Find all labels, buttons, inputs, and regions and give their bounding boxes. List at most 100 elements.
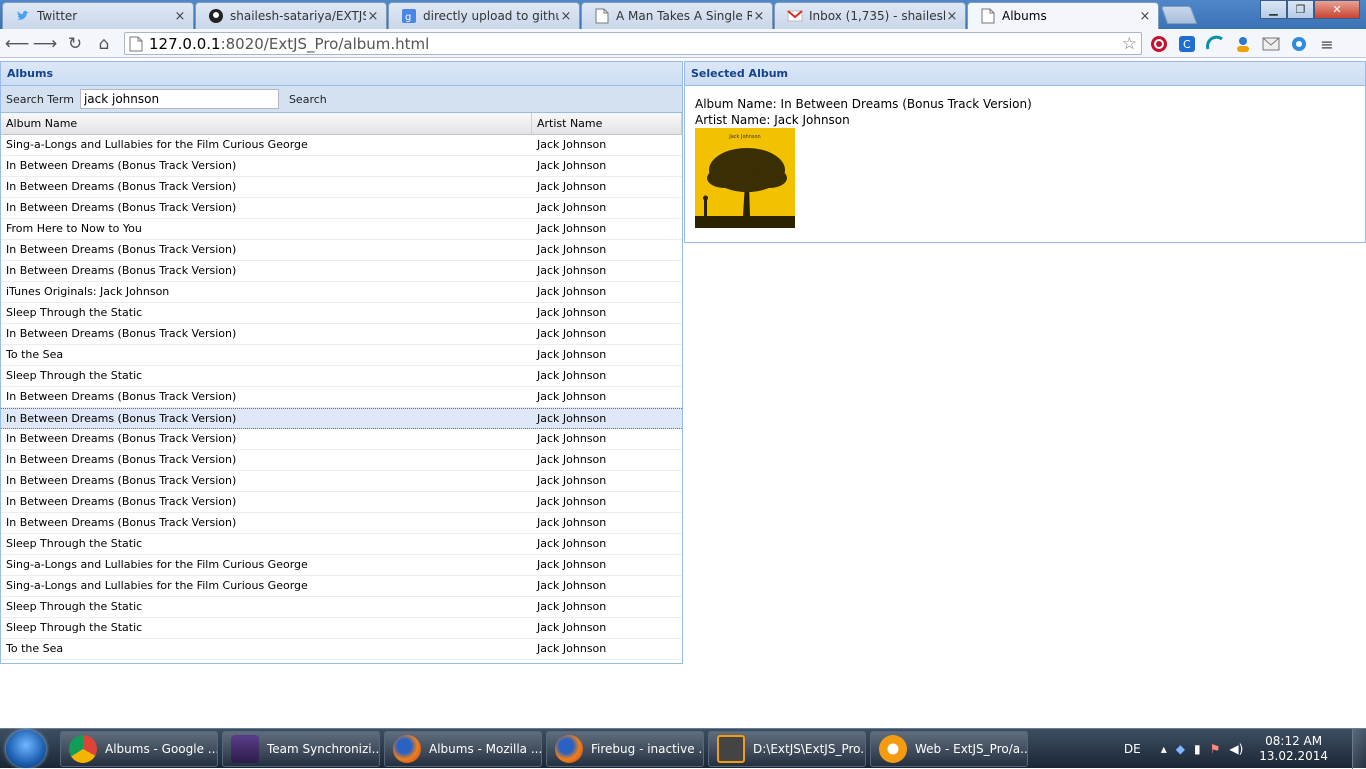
new-tab-button[interactable]	[1160, 6, 1198, 24]
network-icon[interactable]: ⚑	[1210, 742, 1221, 756]
svg-text:C: C	[1183, 38, 1191, 51]
menu-icon[interactable]: ≡	[1316, 33, 1338, 55]
album-cover-image: Jack Johnson	[695, 128, 795, 228]
table-row[interactable]: In Between Dreams (Bonus Track Version) J…	[1, 492, 682, 513]
album-name-cell: In Between Dreams (Bonus Track Version)	[6, 432, 237, 445]
page-icon	[129, 36, 143, 51]
table-row[interactable]: In Between Dreams (Bonus Track Version) J…	[1, 450, 682, 471]
table-row[interactable]: From Here to Now to You Jack Johnson	[1, 219, 682, 240]
tray-expand-icon[interactable]: ▴	[1161, 742, 1167, 756]
taskbar-item-label: Web - ExtJS_Pro/a...	[915, 742, 1028, 756]
table-row[interactable]: In Between Dreams (Bonus Track Version) J…	[1, 387, 682, 408]
address-bar[interactable]: 127.0.0.1:8020/ExtJS_Pro/album.html ☆	[124, 32, 1142, 55]
table-row[interactable]: In Between Dreams (Bonus Track Version) J…	[1, 177, 682, 198]
grid-header: Album Name Artist Name	[1, 113, 682, 135]
table-row[interactable]: Sleep Through the Static Jack Johnson	[1, 366, 682, 387]
eclipse-icon	[231, 735, 259, 763]
language-indicator[interactable]: DE	[1124, 742, 1141, 756]
column-header-album-name[interactable]: Album Name	[1, 113, 532, 134]
table-row[interactable]: Sing-a-Longs and Lullabies for the Film …	[1, 576, 682, 597]
tab-title: A Man Takes A Single Rak	[616, 9, 752, 23]
taskbar-item-label: Albums - Mozilla ...	[429, 742, 542, 756]
table-row[interactable]: Sleep Through the Static Jack Johnson	[1, 597, 682, 618]
table-row[interactable]: Sleep Through the Static Jack Johnson	[1, 303, 682, 324]
gmail-checker-icon[interactable]	[1260, 33, 1282, 55]
volume-icon[interactable]: ◀)	[1229, 742, 1243, 756]
close-tab-icon[interactable]: ×	[1138, 9, 1152, 24]
taskbar-item-4[interactable]: Firebug - inactive ...	[546, 731, 704, 767]
start-button[interactable]	[6, 730, 46, 768]
device-icon[interactable]: ▮	[1194, 742, 1201, 756]
maximize-button[interactable]: ❐	[1287, 0, 1314, 19]
tab-6[interactable]: Albums ×	[967, 2, 1159, 29]
column-header-artist-name[interactable]: Artist Name	[532, 113, 682, 134]
taskbar-item-1[interactable]: Albums - Google ...	[60, 731, 218, 767]
search-button[interactable]: Search	[289, 93, 327, 106]
tab-4[interactable]: A Man Takes A Single Rak×	[581, 2, 773, 29]
reload-icon[interactable]: ↻	[64, 33, 86, 55]
table-row[interactable]: In Between Dreams (Bonus Track Version) J…	[1, 324, 682, 345]
page-icon	[594, 8, 610, 24]
adblock-icon[interactable]	[1148, 33, 1170, 55]
extension-people-icon[interactable]	[1232, 33, 1254, 55]
settings-gear-icon[interactable]	[1288, 33, 1310, 55]
taskbar-item-3[interactable]: Albums - Mozilla ...	[384, 731, 542, 767]
minimize-button[interactable]: ▁	[1260, 0, 1287, 19]
album-name-cell: Sleep Through the Static	[6, 306, 143, 319]
show-desktop-button[interactable]	[1352, 729, 1366, 769]
close-tab-icon[interactable]: ×	[752, 9, 766, 24]
tab-5[interactable]: Inbox (1,735) - shailesh.sat×	[774, 2, 966, 29]
album-name-cell: Sing-a-Longs and Lullabies for the Film …	[6, 138, 308, 151]
taskbar-item-5[interactable]: D:\ExtJS\ExtJS_Pro...	[708, 731, 866, 767]
table-row[interactable]: In Between Dreams (Bonus Track Version) J…	[1, 198, 682, 219]
album-name-cell: From Here to Now to You	[6, 222, 142, 235]
extension-c-icon[interactable]: C	[1176, 33, 1198, 55]
tab-2[interactable]: shailesh-satariya/EXTJS_Te×	[195, 2, 387, 29]
forward-icon[interactable]: ⟶	[33, 33, 57, 55]
selected-album-name: Album Name: In Between Dreams (Bonus Tra…	[695, 97, 1032, 111]
artist-name-cell: Jack Johnson	[537, 306, 607, 319]
table-row[interactable]: Sing-a-Longs and Lullabies for the Film …	[1, 555, 682, 576]
table-row[interactable]: Sing-a-Longs and Lullabies for the Film …	[1, 135, 682, 156]
table-row[interactable]: To the Sea Jack Johnson	[1, 639, 682, 660]
svg-text:g: g	[405, 12, 411, 23]
album-name-cell: In Between Dreams (Bonus Track Version)	[6, 201, 237, 214]
tab-3[interactable]: g directly upload to github -×	[388, 2, 580, 29]
artist-name-cell: Jack Johnson	[537, 537, 607, 550]
table-row[interactable]: To the Sea Jack Johnson	[1, 345, 682, 366]
firefox-icon	[393, 735, 421, 763]
clock[interactable]: 08:12 AM 13.02.2014	[1259, 734, 1328, 764]
tab-title: shailesh-satariya/EXTJS_Te	[230, 9, 366, 23]
tab-1[interactable]: Twitter ×	[2, 2, 194, 29]
table-row[interactable]: Sleep Through the Static Jack Johnson	[1, 534, 682, 555]
table-row[interactable]: In Between Dreams (Bonus Track Version) J…	[1, 261, 682, 282]
tab-title: directly upload to github -	[423, 9, 559, 23]
home-icon[interactable]: ⌂	[93, 33, 115, 55]
close-tab-icon[interactable]: ×	[366, 9, 380, 24]
search-input[interactable]	[79, 89, 279, 109]
sublime-icon	[717, 735, 745, 763]
back-icon[interactable]: ⟵	[5, 33, 29, 55]
table-row[interactable]: iTunes Originals: Jack Johnson Jack Johns…	[1, 282, 682, 303]
close-tab-icon[interactable]: ×	[945, 9, 959, 24]
artist-name-cell: Jack Johnson	[537, 222, 607, 235]
close-tab-icon[interactable]: ×	[559, 9, 573, 24]
albums-panel: Albums Search Term Search Album Name Art…	[0, 61, 683, 664]
table-row[interactable]: In Between Dreams (Bonus Track Version) J…	[1, 156, 682, 177]
table-row[interactable]: In Between Dreams (Bonus Track Version) J…	[1, 408, 682, 429]
selected-album-title: Selected Album	[685, 62, 1365, 86]
taskbar-item-6[interactable]: Web - ExtJS_Pro/a...	[870, 731, 1028, 767]
close-window-button[interactable]: ✕	[1314, 0, 1360, 19]
artist-name-cell: Jack Johnson	[537, 642, 607, 655]
window-controls: ▁ ❐ ✕	[1260, 0, 1360, 19]
dropbox-icon[interactable]: ◆	[1176, 742, 1185, 756]
taskbar-item-2[interactable]: Team Synchronizi...	[222, 731, 380, 767]
table-row[interactable]: In Between Dreams (Bonus Track Version) J…	[1, 513, 682, 534]
table-row[interactable]: In Between Dreams (Bonus Track Version) J…	[1, 471, 682, 492]
table-row[interactable]: In Between Dreams (Bonus Track Version) J…	[1, 429, 682, 450]
extension-wave-icon[interactable]	[1204, 33, 1226, 55]
table-row[interactable]: In Between Dreams (Bonus Track Version) J…	[1, 240, 682, 261]
close-tab-icon[interactable]: ×	[173, 9, 187, 24]
table-row[interactable]: Sleep Through the Static Jack Johnson	[1, 618, 682, 639]
bookmark-star-icon[interactable]: ☆	[1122, 34, 1137, 54]
